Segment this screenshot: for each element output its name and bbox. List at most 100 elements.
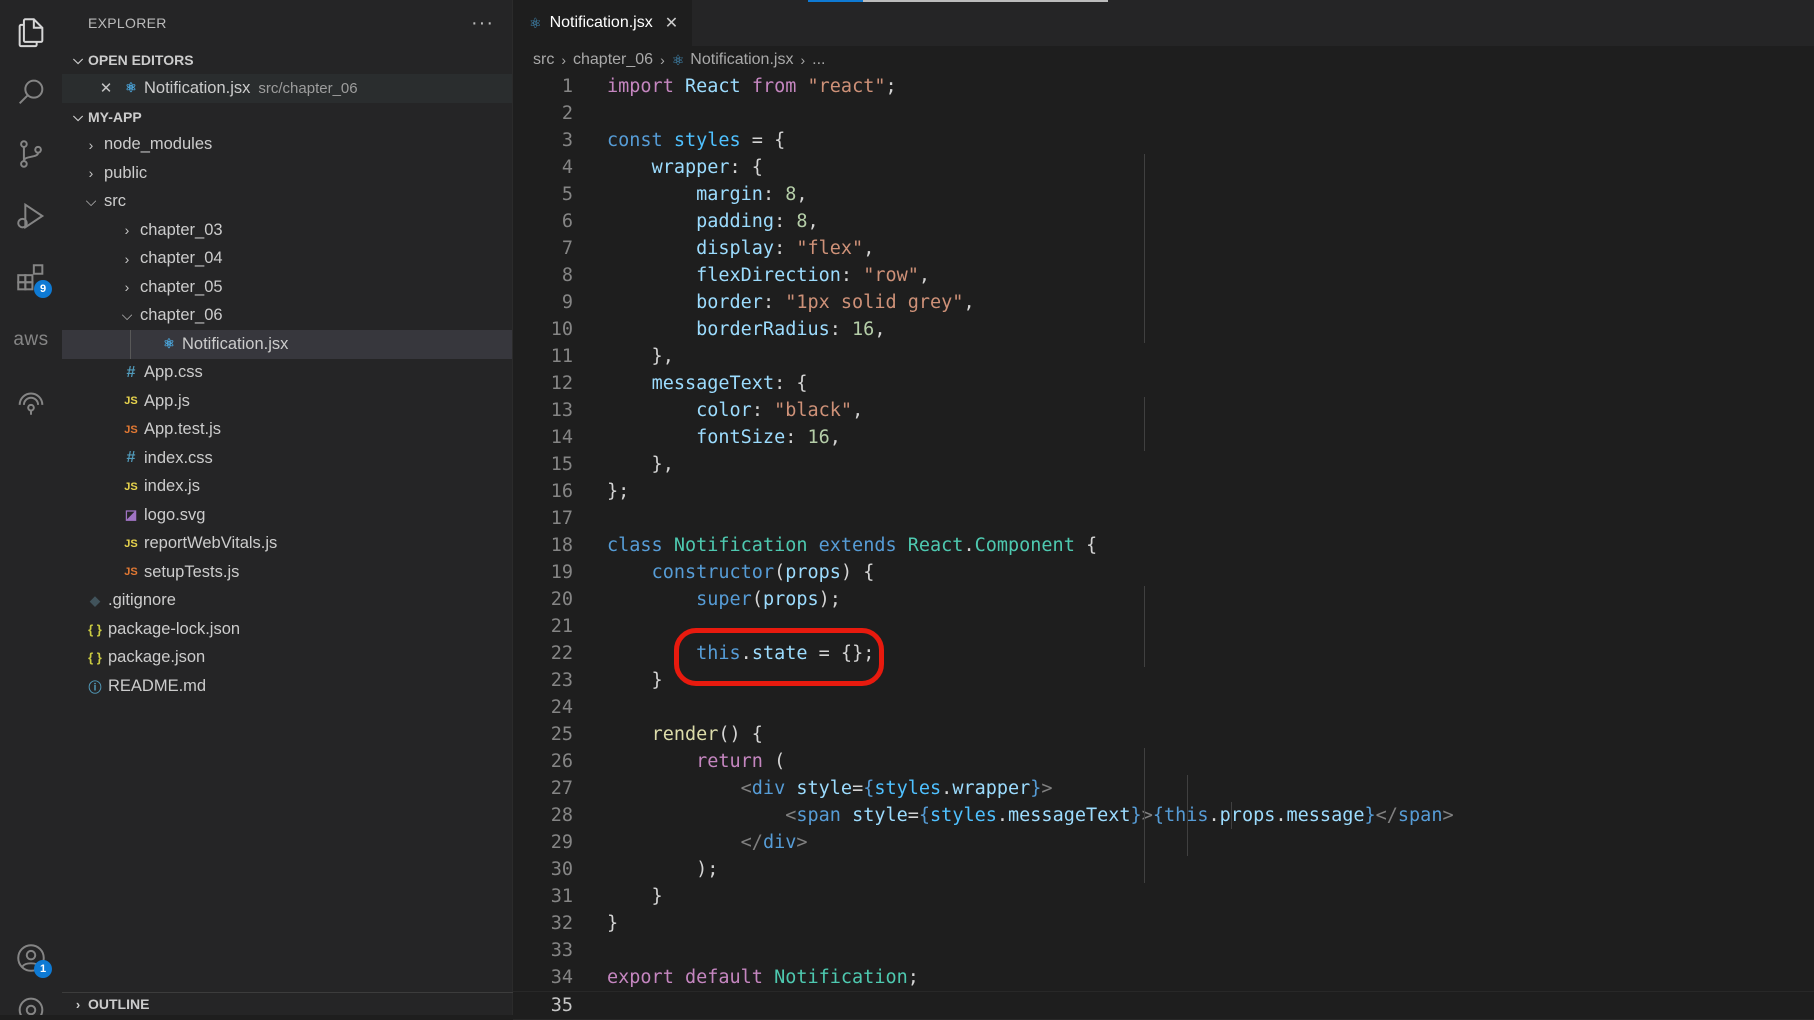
breadcrumb-more[interactable]: ...: [812, 51, 825, 69]
code-text: border: "1px solid grey",: [696, 292, 975, 313]
code-line: 4 wrapper: {: [513, 154, 1814, 181]
code-text: borderRadius: 16,: [696, 319, 886, 340]
code-line: 11 },: [513, 343, 1814, 370]
code-text: export default Notification;: [607, 967, 919, 988]
project-label: MY-APP: [88, 108, 142, 125]
indent-guide: [1144, 748, 1145, 883]
tree-label: src: [104, 192, 126, 211]
line-number: 10: [550, 319, 573, 340]
tree-folder-chapter-05[interactable]: › chapter_05: [62, 273, 512, 302]
code-line: 9 border: "1px solid grey",: [513, 289, 1814, 316]
accounts-badge: 1: [34, 960, 52, 978]
code-text: <span style={styles.messageText}>{this.p…: [785, 805, 1454, 826]
code-text: fontSize: 16,: [696, 427, 841, 448]
tree-file-package-json[interactable]: { } package.json: [62, 644, 512, 673]
open-editors-label: OPEN EDITORS: [88, 52, 194, 68]
line-number: 30: [550, 859, 573, 880]
chevron-right-icon: ›: [124, 250, 130, 267]
line-number: 29: [550, 832, 573, 853]
code-text: },: [607, 454, 674, 475]
code-line: 18 class Notification extends React.Comp…: [513, 532, 1814, 559]
chevron-down-icon: ⌵: [121, 307, 133, 324]
line-number: 12: [550, 373, 573, 394]
code-line: 3 const styles = {: [513, 127, 1814, 154]
tree-file-index-css[interactable]: # index.css: [62, 444, 512, 473]
search-icon[interactable]: [0, 64, 62, 120]
tree-label: Notification.jsx: [182, 334, 289, 353]
code-text: <div style={styles.wrapper}>: [740, 778, 1053, 799]
tree-label: chapter_04: [140, 249, 223, 268]
breadcrumb-src[interactable]: src: [533, 51, 554, 69]
line-number: 2: [561, 103, 573, 124]
tab-notification-jsx[interactable]: ⚛ Notification.jsx ✕: [513, 0, 693, 46]
tree-label: App.js: [144, 391, 190, 410]
code-line: 24: [513, 694, 1814, 721]
run-debug-icon[interactable]: [0, 188, 62, 244]
remote-explorer-icon[interactable]: [0, 374, 62, 430]
line-number: 35: [550, 995, 573, 1016]
code-text: }: [607, 670, 663, 691]
tree-file-notification[interactable]: ⚛ Notification.jsx: [62, 330, 512, 359]
project-section[interactable]: ⌵ MY-APP: [62, 103, 512, 131]
line-number: 14: [550, 427, 573, 448]
more-actions-icon[interactable]: ···: [471, 12, 494, 35]
tree-folder-chapter-03[interactable]: › chapter_03: [62, 216, 512, 245]
chevron-right-icon: ›: [88, 165, 94, 182]
code-text: flexDirection: "row",: [696, 265, 931, 286]
tree-file-setup-tests[interactable]: JS setupTests.js: [62, 558, 512, 587]
tree-folder-chapter-06[interactable]: ⌵ chapter_06: [62, 302, 512, 331]
tree-folder-chapter-04[interactable]: › chapter_04: [62, 245, 512, 274]
tree-label: App.test.js: [144, 420, 222, 439]
tree-file-logo[interactable]: ◪ logo.svg: [62, 501, 512, 530]
extensions-badge: 9: [34, 280, 52, 298]
react-file-icon: ⚛: [125, 80, 137, 96]
tree-folder-node-modules[interactable]: › node_modules: [62, 131, 512, 160]
source-control-icon[interactable]: [0, 126, 62, 182]
code-text: display: "flex",: [696, 238, 875, 259]
close-icon[interactable]: ✕: [665, 13, 678, 33]
test-js-file-icon: JS: [124, 423, 138, 436]
highlight-annotation: [674, 628, 884, 686]
indent-guide: [1144, 397, 1145, 451]
code-line: 7 display: "flex",: [513, 235, 1814, 262]
aws-icon[interactable]: aws: [0, 312, 62, 368]
tree-folder-public[interactable]: › public: [62, 159, 512, 188]
line-number: 8: [561, 265, 573, 286]
accounts-icon[interactable]: 1: [0, 930, 62, 986]
tree-file-app-js[interactable]: JS App.js: [62, 387, 512, 416]
code-text: margin: 8,: [696, 184, 808, 205]
svg-file-icon: ◪: [124, 507, 138, 523]
code-text: class Notification extends React.Compone…: [607, 535, 1098, 556]
chevron-right-icon: ›: [561, 52, 566, 68]
extensions-icon[interactable]: 9: [0, 250, 62, 306]
tree-file-app-css[interactable]: # App.css: [62, 359, 512, 388]
tree-label: setupTests.js: [144, 562, 240, 581]
outline-section[interactable]: › OUTLINE: [62, 992, 518, 1015]
tree-file-gitignore[interactable]: ◆ .gitignore: [62, 587, 512, 616]
code-editor[interactable]: 1 import React from "react"; 2 3 const s…: [513, 73, 1814, 1020]
line-number: 13: [550, 400, 573, 421]
code-text: wrapper: {: [651, 157, 763, 178]
breadcrumb-file[interactable]: Notification.jsx: [690, 51, 793, 69]
breadcrumb-folder[interactable]: chapter_06: [573, 51, 653, 69]
explorer-icon[interactable]: [0, 4, 62, 60]
line-number: 34: [550, 967, 573, 988]
tree-file-index-js[interactable]: JS index.js: [62, 473, 512, 502]
chevron-right-icon: ›: [124, 222, 130, 239]
open-editor-item[interactable]: ✕ ⚛ Notification.jsx src/chapter_06: [62, 74, 512, 103]
code-line: 16 };: [513, 478, 1814, 505]
line-number: 19: [550, 562, 573, 583]
close-icon[interactable]: ✕: [94, 79, 118, 97]
tree-folder-src[interactable]: ⌵ src: [62, 188, 512, 217]
tree-label: chapter_05: [140, 277, 223, 296]
tree-file-package-lock[interactable]: { } package-lock.json: [62, 615, 512, 644]
tree-file-report-web-vitals[interactable]: JS reportWebVitals.js: [62, 530, 512, 559]
tree-file-app-test[interactable]: JS App.test.js: [62, 416, 512, 445]
settings-gear-icon[interactable]: [0, 985, 62, 1015]
code-line: 19 constructor(props) {: [513, 559, 1814, 586]
tree-label: index.css: [144, 448, 213, 467]
tree-label: reportWebVitals.js: [144, 534, 278, 553]
tree-file-readme[interactable]: ⓘ README.md: [62, 672, 512, 701]
open-editors-section[interactable]: ⌵ OPEN EDITORS: [62, 46, 512, 74]
line-number: 31: [550, 886, 573, 907]
